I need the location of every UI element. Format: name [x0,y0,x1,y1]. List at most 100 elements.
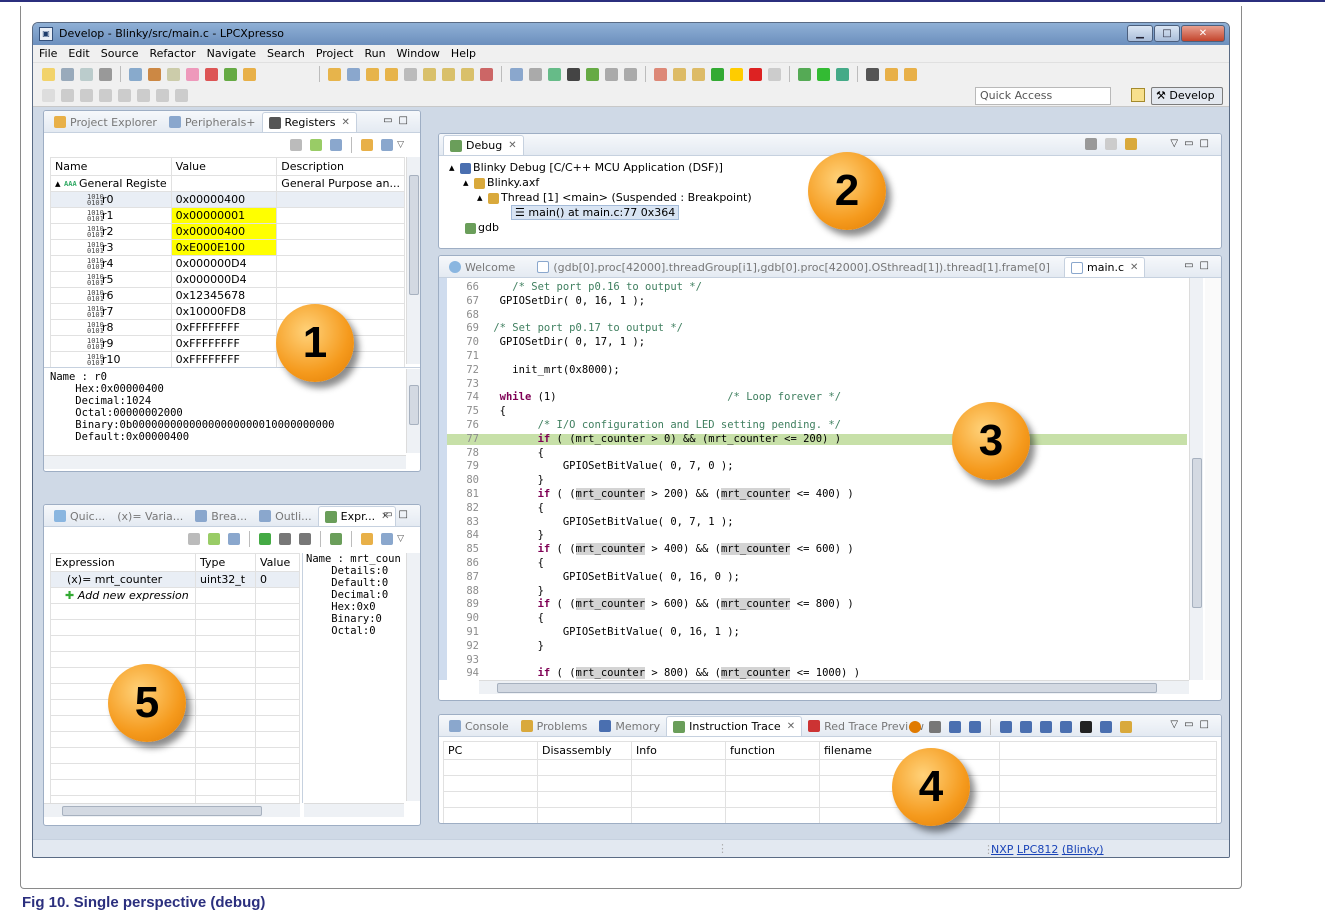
forward-icon[interactable] [156,89,169,102]
close-button[interactable]: ✕ [1181,25,1225,42]
tool-icon[interactable] [1100,721,1112,733]
tab-outline[interactable]: Outli... [253,506,318,526]
save-all-icon[interactable] [80,67,93,81]
properties-icon[interactable] [167,67,180,81]
view-menu-icon[interactable]: ▽ [397,534,404,544]
tool-icon[interactable] [1105,138,1117,150]
details-hscrollbar[interactable] [304,803,404,817]
column-header[interactable]: Name [50,157,172,176]
tool-icon[interactable] [949,721,961,733]
column-header[interactable]: Expression [50,553,196,572]
close-icon[interactable]: ✕ [342,117,350,128]
minimize-maximize-icon[interactable]: ▭□ [383,509,414,520]
tool-icon[interactable] [567,67,580,81]
table-row[interactable]: 1010 0101r4 0x000000D4 [50,255,405,272]
tool-icon[interactable] [42,89,55,102]
tool-icon[interactable] [586,67,599,81]
column-header[interactable]: PC [443,741,538,760]
column-header[interactable]: Type [195,553,256,572]
editor-scrollbar[interactable] [1189,278,1203,680]
tool-icon[interactable] [529,67,542,81]
minimize-maximize-icon[interactable]: ▽▭□ [1170,719,1215,730]
close-icon[interactable]: ✕ [508,140,516,151]
step-over-icon[interactable] [673,67,686,81]
menu-navigate[interactable]: Navigate [207,47,256,60]
tab-main-c[interactable]: main.c ✕ [1063,257,1146,277]
menu-source[interactable]: Source [101,47,139,60]
table-row[interactable]: ▴ AAA General Registe General Purpose an..… [50,175,405,192]
disconnect-icon[interactable] [768,67,781,81]
menu-edit[interactable]: Edit [68,47,89,60]
clean-icon[interactable] [205,67,218,81]
tool-icon[interactable] [188,533,201,545]
remove-all-icon[interactable] [299,533,312,545]
column-header[interactable]: function [725,741,820,760]
menu-file[interactable]: File [39,47,57,60]
details-hscrollbar[interactable] [44,455,406,469]
tool-icon[interactable] [80,89,93,102]
tool-icon[interactable] [885,67,898,81]
tab-debug[interactable]: Debug ✕ [443,135,524,155]
build-icon[interactable] [148,67,161,81]
tab-variables[interactable]: (x)= Varia... [111,506,189,526]
editor-hscrollbar[interactable] [479,680,1189,694]
close-icon[interactable]: ✕ [787,721,795,732]
tool-icon[interactable] [1020,721,1032,733]
menu-search[interactable]: Search [267,47,305,60]
tool-icon[interactable] [904,67,917,81]
table-row[interactable]: 1010 0101r7 0x10000FD8 [50,303,405,320]
tool-icon[interactable] [461,67,474,81]
details-scrollbar[interactable] [406,553,420,801]
menu-run[interactable]: Run [364,47,385,60]
tool-icon[interactable] [423,67,436,81]
run-icon[interactable] [817,67,830,81]
tab-instruction-trace[interactable]: Instruction Trace ✕ [666,716,803,736]
menu-help[interactable]: Help [451,47,476,60]
table-row[interactable]: 1010 0101r5 0x000000D4 [50,271,405,288]
tool-icon[interactable] [361,139,374,151]
tool-icon[interactable] [330,139,343,151]
new-project-icon[interactable] [186,67,199,81]
tool-icon[interactable] [361,533,374,545]
resume-icon[interactable] [711,67,724,81]
tool-icon[interactable] [118,89,131,102]
step-return-icon[interactable] [692,67,705,81]
tool-icon[interactable] [866,67,879,81]
add-expression-row[interactable]: ✚ Add new expression [50,587,300,604]
tool-icon[interactable] [366,67,379,81]
tool-icon[interactable] [228,533,241,545]
debug-thread-item[interactable]: ▴ Thread [1] <main> (Suspended : Breakpo… [449,190,752,205]
table-row[interactable]: (x)= mrt_counter uint32_t 0 [50,571,300,588]
tool-icon[interactable] [969,721,981,733]
tool-icon[interactable] [385,67,398,81]
maximize-button[interactable]: □ [1154,25,1180,42]
tab-console[interactable]: Console [443,716,515,736]
debug-frame-item[interactable]: ☰ main() at main.c:77 0x364 [449,205,752,220]
develop-perspective-button[interactable]: ⚒ Develop [1151,87,1223,105]
step-into-icon[interactable] [654,67,667,81]
column-header[interactable]: Info [631,741,726,760]
debug-process-item[interactable]: ▴ Blinky.axf [449,175,752,190]
tool-icon[interactable] [1000,721,1012,733]
tab-welcome[interactable]: Welcome [443,257,521,277]
minimize-button[interactable]: ▁ [1127,25,1153,42]
column-header[interactable]: Value [255,553,300,572]
tool-icon[interactable] [208,533,221,545]
debug-config-icon[interactable] [129,67,142,81]
column-header[interactable]: Description [276,157,405,176]
tool-icon[interactable] [175,89,188,102]
minimize-maximize-icon[interactable]: ▭□ [1184,260,1215,271]
close-icon[interactable]: ✕ [1130,262,1138,273]
debug-launch-item[interactable]: ▴ Blinky Debug [C/C++ MCU Application (D… [449,160,752,175]
tool-icon[interactable] [61,89,74,102]
menu-refactor[interactable]: Refactor [150,47,196,60]
details-scrollbar[interactable] [406,369,420,453]
tool-icon[interactable] [330,533,343,545]
tool-icon[interactable] [510,67,523,81]
nxp-link[interactable]: NXP [991,843,1013,856]
quick-access-input[interactable]: Quick Access [975,87,1111,105]
tab-breakpoints[interactable]: Brea... [189,506,253,526]
back-icon[interactable] [137,89,150,102]
tool-icon[interactable] [1120,721,1132,733]
column-header[interactable]: Disassembly [537,741,632,760]
